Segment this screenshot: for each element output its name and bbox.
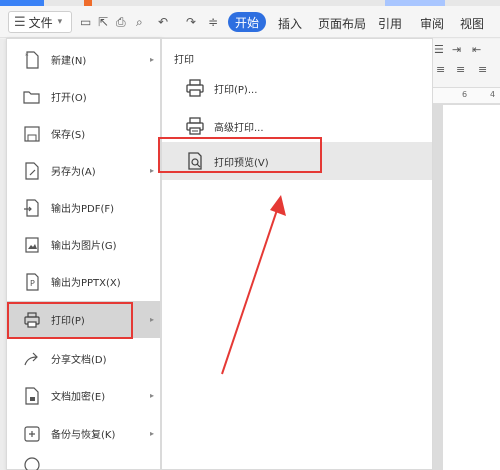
tab-review[interactable]: 审阅 [420,15,444,32]
chevron-down-icon: ▾ [57,17,63,27]
tab-start[interactable]: 开始 [228,12,266,32]
outdent-icon[interactable]: ⇤ [472,43,481,56]
more-icon [21,453,43,470]
submenu-item-label: 高级打印... [214,122,264,134]
menu-item-label: 文档加密(E) [51,392,106,403]
align-left-icon[interactable]: ≡ [436,63,445,76]
submenu-item-label: 打印(P)... [214,84,258,96]
export-icon[interactable]: ⇱ [98,15,108,29]
tab-references[interactable]: 引用 [378,15,402,32]
tab-insert[interactable]: 插入 [278,15,302,32]
new-doc-icon: * [21,50,43,70]
file-menu: * 新建(N) ▸ 打开(O) 保存(S) 另存为(A) ▸ 输出为PDF(F)… [6,38,161,470]
menu-item-backup[interactable]: 备份与恢复(K) ▸ [7,415,160,452]
folder-open-icon [21,87,43,107]
menu-item-label: 打开(O) [51,93,87,104]
chevron-right-icon: ▸ [149,429,154,438]
horizontal-ruler: 6 4 [432,88,500,104]
menu-item-label: 新建(N) [51,56,87,67]
document-page[interactable] [443,105,500,470]
chevron-right-icon: ▸ [149,55,154,64]
menu-item-new[interactable]: * 新建(N) ▸ [7,41,160,78]
encrypt-icon [21,386,43,406]
align-center-icon[interactable]: ≡ [456,63,465,76]
chevron-right-icon: ▸ [149,391,154,400]
export-image-icon [21,235,43,255]
file-menu-label: 文件 [28,15,53,30]
print-icon[interactable]: ⎙ [116,15,126,30]
menu-item-label: 备份与恢复(K) [51,430,116,441]
paragraph-tools: ☰ ⇥ ⇤ ≡ ≡ ≡ [432,39,500,87]
share-icon [21,349,43,369]
save-icon[interactable]: ▭ [80,15,91,29]
menu-item-share[interactable]: 分享文档(D) [7,340,160,377]
menu-item-export-pdf[interactable]: 输出为PDF(F) [7,189,160,226]
ruler-mark: 6 [462,90,468,99]
chevron-right-icon: ▸ [149,315,154,324]
print-preview-icon[interactable]: ⌕ [136,15,143,30]
redo-icon[interactable]: ↷ [186,15,196,29]
export-pptx-icon: P [21,272,43,292]
align-right-icon[interactable]: ≡ [478,63,487,76]
submenu-item-print[interactable]: 打印(P)... [162,69,432,107]
svg-text:P: P [30,279,35,288]
print-submenu: 打印 打印(P)... 高级打印... 打印预览(V) [161,38,433,470]
menu-item-export-pptx[interactable]: P 输出为PPTX(X) [7,263,160,300]
annotation-box-print [7,302,133,339]
svg-text:*: * [25,52,29,60]
printer-icon [184,77,206,99]
menu-item-label: 输出为图片(G) [51,241,117,252]
annotation-box-print-preview [158,137,322,173]
advanced-print-icon [184,115,206,137]
save-icon [21,124,43,144]
menu-item-save[interactable]: 保存(S) [7,115,160,152]
ruler-mark: 4 [490,90,496,99]
menu-item-export-image[interactable]: 输出为图片(G) [7,226,160,263]
menu-item-save-as[interactable]: 另存为(A) ▸ [7,152,160,189]
menu-item-label: 输出为PDF(F) [51,204,115,215]
export-pdf-icon [21,198,43,218]
customize-icon[interactable]: ≑ [208,15,218,29]
chevron-right-icon: ▸ [149,166,154,175]
menu-item-label: 另存为(A) [51,167,96,178]
tab-page-layout[interactable]: 页面布局 [318,15,366,32]
save-as-icon [21,161,43,181]
menu-item-open[interactable]: 打开(O) [7,78,160,115]
menu-item-label: 输出为PPTX(X) [51,278,121,289]
backup-icon [21,424,43,444]
hamburger-icon: ☰ [14,14,26,30]
file-menu-button[interactable]: ☰ 文件 ▾ [8,11,72,33]
menu-item-more[interactable] [7,453,160,470]
toolbar: ☰ 文件 ▾ ▭ ⇱ ⎙ ⌕ ↶ ↷ ≑ 开始 插入 页面布局 引用 审阅 视图 [0,6,500,38]
menu-item-encrypt[interactable]: 文档加密(E) ▸ [7,377,160,414]
menu-item-label: 保存(S) [51,130,86,141]
undo-icon[interactable]: ↶ [158,15,168,29]
menu-item-label: 分享文档(D) [51,355,107,366]
list-icon[interactable]: ☰ [434,43,444,56]
indent-icon[interactable]: ⇥ [452,43,461,56]
tab-view[interactable]: 视图 [460,15,484,32]
submenu-title: 打印 [174,55,194,66]
